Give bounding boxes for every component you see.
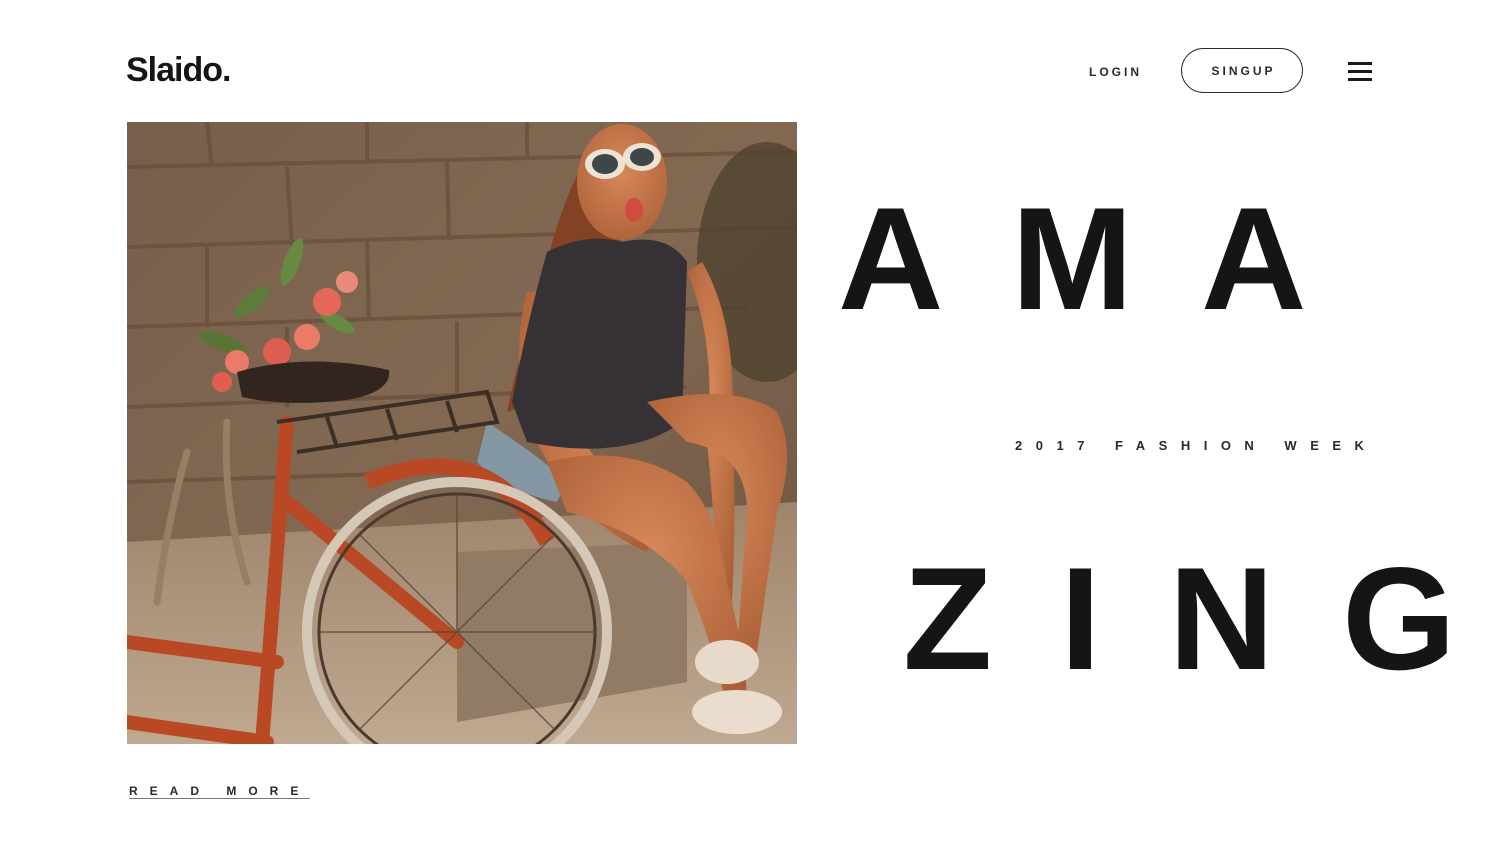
menu-bar <box>1348 78 1372 81</box>
logo[interactable]: Slaido. <box>126 50 231 90</box>
read-more-link[interactable]: READ MORE <box>129 784 311 799</box>
menu-bar <box>1348 62 1372 65</box>
hamburger-menu-icon[interactable] <box>1348 62 1372 82</box>
page: Slaido. LOGIN SINGUP AMA 2017 FASHION WE… <box>0 0 1500 850</box>
hero-image <box>127 122 797 744</box>
signup-button-label: SINGUP <box>1211 63 1276 78</box>
menu-bar <box>1348 70 1372 73</box>
headline-line-1: AMA <box>838 177 1375 340</box>
login-link[interactable]: LOGIN <box>1089 64 1142 80</box>
headline-line-2: ZING <box>903 537 1500 700</box>
signup-button[interactable]: SINGUP <box>1181 48 1303 93</box>
event-subtitle: 2017 FASHION WEEK <box>1015 438 1378 453</box>
